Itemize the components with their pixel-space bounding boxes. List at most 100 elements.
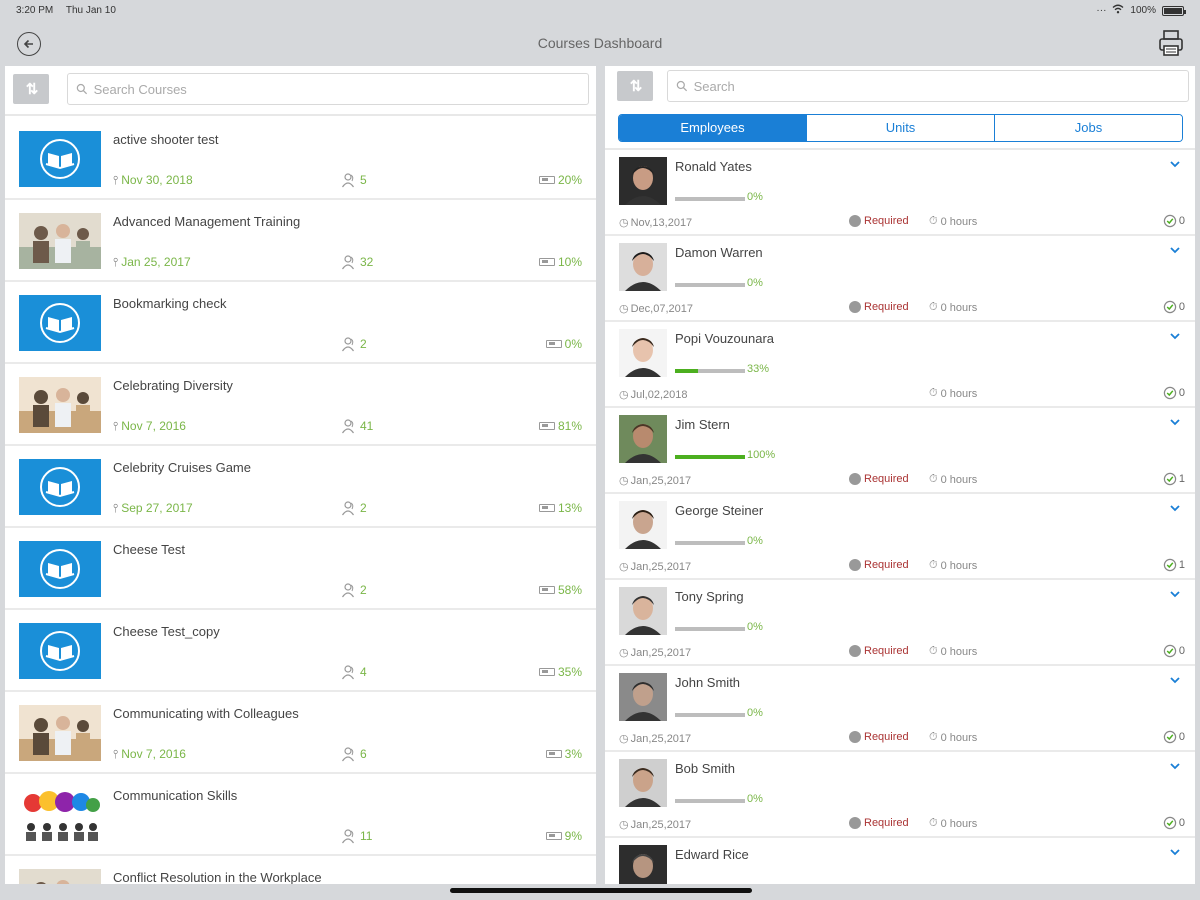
chevron-down-icon[interactable] [1169,502,1181,514]
sort-button[interactable]: ⇅ [13,74,49,104]
employee-row[interactable]: Edward Rice [605,838,1195,884]
completion-percent: 9% [545,829,582,843]
sort-button[interactable]: ⇅ [617,71,653,101]
employee-row[interactable]: Ronald Yates 0% ◷ Nov,13,2017 Required ⏱ 0 hou… [605,150,1195,236]
required-icon [849,817,861,829]
course-list: active shooter test ⫯ Nov 30, 2018 5 20% Adva… [5,118,596,884]
battery-icon [1162,5,1186,16]
course-row[interactable]: Communication Skills 11 9% [5,774,596,856]
employee-search-input[interactable] [693,78,1188,94]
course-photo-icon [19,213,101,269]
completion-percent-text: 10% [557,255,582,269]
completed-count: 0 [1163,386,1185,400]
timer-icon: ⏱ [929,817,938,829]
enrolled-count: 11 [341,828,372,844]
course-row[interactable]: Advanced Management Training ⫯ Jan 25, 201… [5,200,596,282]
employee-date: ◷ Jul,02,2018 [619,388,688,402]
completion-percent: 35% [538,665,582,679]
course-search-box[interactable] [67,73,589,105]
chevron-down-icon[interactable] [1169,674,1181,686]
completion-percent: 81% [538,419,582,433]
course-search-input[interactable] [93,81,588,97]
course-date: ⫯ Nov 7, 2016 [113,747,186,762]
course-row[interactable]: Bookmarking check 2 0% [5,282,596,364]
progress-bar [675,197,745,201]
hours-spent: ⏱ 0 hours [929,731,977,744]
employee-search-box[interactable] [667,70,1189,102]
completion-percent-text: 81% [557,419,582,433]
clock-icon: ◷ [619,819,629,831]
completion-percent-text: 13% [557,501,582,515]
enrolled-count: 41 [341,418,373,434]
course-title: Celebrity Cruises Game [113,460,251,475]
course-row[interactable]: Conflict Resolution in the Workplace [5,856,596,884]
chevron-down-icon[interactable] [1169,846,1181,858]
chevron-down-icon[interactable] [1169,760,1181,772]
employee-row[interactable]: John Smith 0% ◷ Jan,25,2017 Required ⏱ 0 hours… [605,666,1195,752]
employee-date: ◷ Jan,25,2017 [619,732,691,746]
book-icon [40,467,80,507]
enrolled-count-text: 2 [360,583,367,597]
employee-row[interactable]: George Steiner 0% ◷ Jan,25,2017 Required ⏱ 0 h… [605,494,1195,580]
course-row[interactable]: Communicating with Colleagues ⫯ Nov 7, 201… [5,692,596,774]
avatar [619,501,667,549]
course-row[interactable]: Cheese Test 2 58% [5,528,596,610]
person-icon [342,419,354,434]
course-date-text: Nov 7, 2016 [121,419,186,433]
employee-date-text: Jan,25,2017 [630,474,692,487]
course-thumbnail [19,623,101,679]
employee-photo [619,673,667,721]
employee-date-text: Jan,25,2017 [630,818,692,831]
course-row[interactable]: active shooter test ⫯ Nov 30, 2018 5 20% [5,118,596,200]
courses-panel: ⇅ active shooter test⫯Nov 30, 2018520%Ad… [5,66,596,884]
enrolled-count-text: 4 [360,665,367,679]
hours-spent: ⏱ 0 hours [929,559,977,572]
avatar [619,329,667,377]
course-photo-icon [19,377,101,433]
hours-text: 0 hours [940,559,978,572]
progress-text: 33% [747,363,770,375]
chevron-down-icon[interactable] [1169,244,1181,256]
employee-name: Edward Rice [675,847,749,862]
employee-row[interactable]: Damon Warren 0% ◷ Dec,07,2017 Required ⏱ 0 hou… [605,236,1195,322]
completed-count-text: 1 [1178,473,1185,485]
course-row[interactable]: Cheese Test_copy 4 35% [5,610,596,692]
employee-date-text: Nov,13,2017 [630,216,693,229]
check-circle-icon [1163,816,1177,830]
chevron-down-icon[interactable] [1169,416,1181,428]
chevron-down-icon[interactable] [1169,158,1181,170]
required-badge: Required [849,817,909,829]
employee-date: ◷ Nov,13,2017 [619,216,693,230]
employee-row[interactable]: Bob Smith 0% ◷ Jan,25,2017 Required ⏱ 0 hours 0 [605,752,1195,838]
employee-row[interactable]: Tony Spring 0% ◷ Jan,25,2017 Required ⏱ 0 hour… [605,580,1195,666]
course-row[interactable]: Celebrity Cruises Game ⫯ Sep 27, 2017 2 13% [5,446,596,528]
employee-row[interactable]: Popi Vouzounara 33% ◷ Jul,02,2018 ⏱ 0 hours 0 [605,322,1195,408]
course-title: Cheese Test [113,542,186,557]
course-thumbnail [19,787,101,843]
employee-date-text: Jan,25,2017 [630,646,692,659]
signal-icon: ··· [1096,5,1107,16]
course-title: Cheese Test_copy [113,624,220,639]
course-photo-icon [19,869,101,884]
enrolled-count-text: 5 [360,173,367,187]
print-button[interactable] [1158,29,1184,57]
course-row[interactable]: Celebrating Diversity ⫯ Nov 7, 2016 41 81% [5,364,596,446]
progress-bar-icon [538,176,555,184]
employee-row[interactable]: Jim Stern 100% ◷ Jan,25,2017 Required ⏱ 0 hour… [605,408,1195,494]
chevron-down-icon[interactable] [1169,588,1181,600]
timer-icon: ⏱ [929,215,938,227]
enrolled-count-text: 2 [360,501,367,515]
employee-date-text: Jul,02,2018 [630,388,688,401]
employee-name: Tony Spring [675,589,744,604]
course-thumbnail [19,705,101,761]
pin-icon: ⫯ [113,255,119,269]
chevron-down-icon[interactable] [1169,330,1181,342]
completed-count-text: 0 [1178,215,1185,227]
tab-jobs[interactable]: Jobs [995,115,1182,141]
tab-employees[interactable]: Employees [619,115,807,141]
course-date: ⫯ Nov 30, 2018 [113,173,193,188]
completed-count: 1 [1163,472,1185,486]
completion-percent-text: 20% [557,173,582,187]
home-indicator[interactable] [450,888,752,893]
tab-units[interactable]: Units [807,115,995,141]
